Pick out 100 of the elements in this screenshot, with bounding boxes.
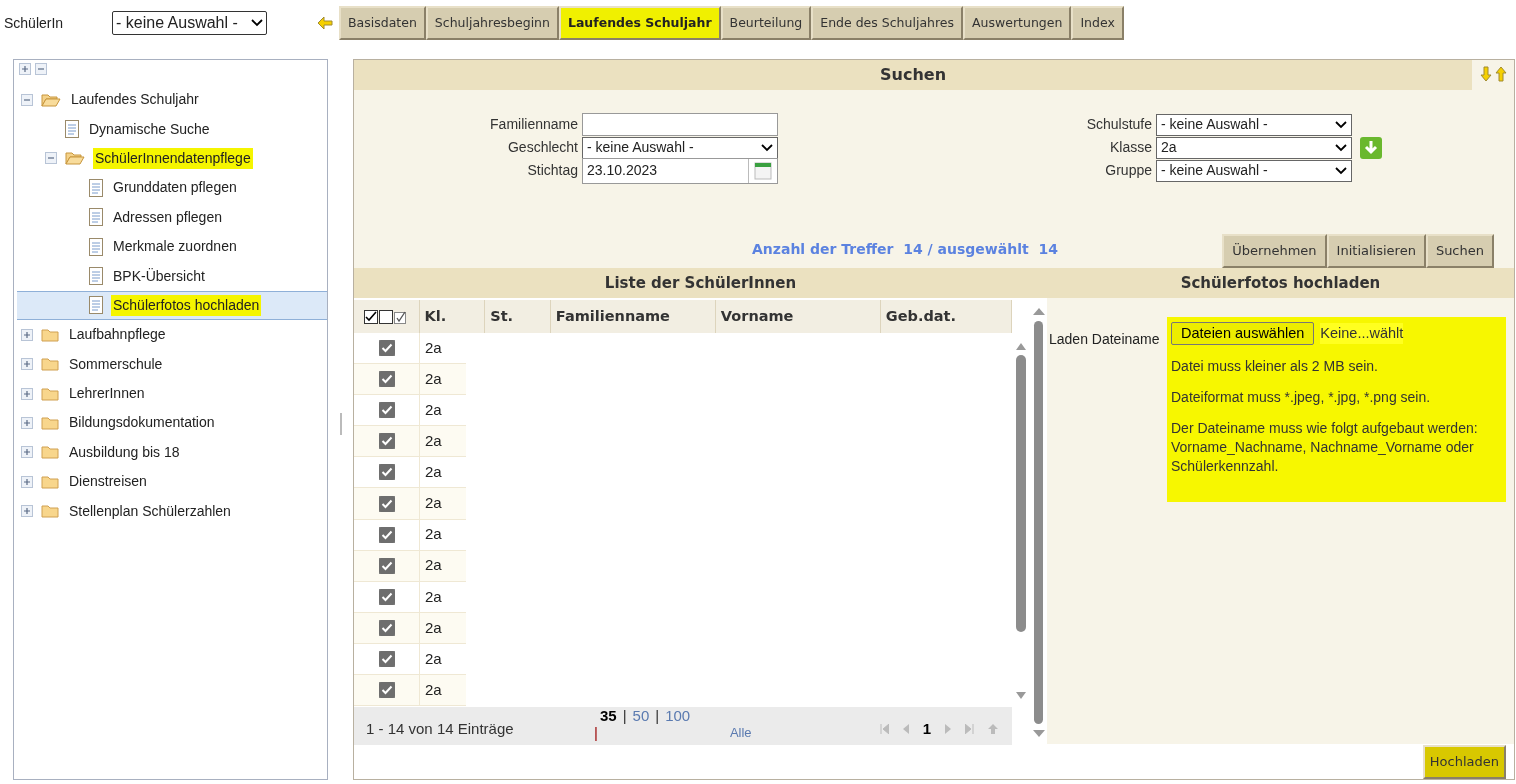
dropdown-caret-icon [1335,120,1347,129]
nav-tab[interactable]: Ende des Schuljahres [811,6,964,40]
text-field[interactable] [582,113,778,136]
tree-item[interactable]: Merkmale zuordnen [111,236,239,258]
collapse-icon[interactable] [21,93,33,106]
checkbox[interactable] [378,495,395,512]
checkbox[interactable] [378,557,395,574]
upload-button[interactable]: Hochladen [1422,745,1506,779]
field-label: Familienname [490,115,578,134]
tree-item[interactable]: Dienstreisen [67,471,149,493]
scroll-down-icon[interactable] [1032,730,1045,737]
select-field[interactable]: - keine Auswahl - [1156,159,1352,182]
nav-tab[interactable]: Index [1071,6,1124,40]
table-cell: 2a [420,675,466,707]
tree-item[interactable]: Sommerschule [67,353,165,375]
page-size-link[interactable]: 50 [626,707,656,724]
column-header[interactable]: Vorname [715,300,881,333]
date-field[interactable]: 23.10.2023 [582,157,778,184]
tree-item[interactable]: Stellenplan Schülerzahlen [67,500,233,522]
info-text: Der Dateiname muss wie folgt aufgebaut werden: Vorname_Nachname, Nachname_Vorname oder Schülerkennzahl. [1171,418,1479,476]
nav-tab[interactable]: Beurteilung [720,6,812,40]
open-folder-icon [65,150,85,167]
collapse-icon[interactable] [35,63,47,75]
checkbox[interactable] [378,371,395,388]
select-field[interactable]: - keine Auswahl - [1156,113,1352,136]
dropdown-caret-icon [1335,166,1347,175]
expand-icon[interactable] [21,446,33,459]
file-picker-button[interactable]: Dateien auswählen [1171,321,1315,345]
collapse-icon[interactable] [45,152,57,165]
checkbox[interactable] [378,340,395,357]
column-header[interactable]: St. [485,300,551,333]
page-size-link[interactable]: Alle [729,724,752,741]
checkbox[interactable] [378,433,395,450]
separator: | [622,707,627,724]
document-icon [89,178,103,197]
document-icon [89,267,103,286]
document-icon [89,237,103,256]
tree-item[interactable]: Laufbahnpflege [67,324,168,346]
action-button[interactable]: Initialisieren [1326,234,1426,268]
tree-item[interactable]: LehrerInnen [67,383,147,405]
column-header[interactable]: Familienname [550,300,716,333]
action-button[interactable]: Übernehmen [1222,234,1327,268]
scroll-up-icon[interactable] [1016,343,1026,350]
expand-icon[interactable] [21,328,33,341]
calendar-icon[interactable] [754,161,772,180]
tree-item[interactable]: BPK-Übersicht [111,265,207,287]
scroll-up-icon[interactable] [1032,308,1045,315]
document-icon [89,296,103,315]
checkbox[interactable] [378,464,395,481]
tree-item[interactable]: Grunddaten pflegen [111,177,239,199]
column-header[interactable]: Geb.dat. [880,300,1013,333]
checkbox[interactable] [378,402,395,419]
table-cell: 2a [420,488,466,520]
tree-item[interactable]: Dynamische Suche [87,118,212,140]
tree-item[interactable]: Adressen pflegen [111,206,224,228]
tree-item[interactable]: Schülerfotos hochladen [111,294,262,316]
field-label: Stichtag [527,161,578,180]
select-field[interactable]: 2a [1156,136,1352,159]
scroll-down-icon[interactable] [1016,692,1026,699]
document-icon [65,120,79,139]
down-arrow-icon[interactable] [1479,66,1492,82]
checkbox[interactable] [378,682,395,699]
expand-icon[interactable] [19,63,31,75]
page-number[interactable]: 1 [922,717,931,741]
tree-item[interactable]: Bildungsdokumentation [67,412,217,434]
section-header: Liste der SchülerInnen [354,268,1047,298]
page-size-link[interactable]: 100 [659,707,697,724]
checkbox[interactable] [378,651,395,667]
expand-icon[interactable] [21,475,33,488]
dropdown-caret-icon [251,19,263,27]
nav-tab[interactable]: Laufendes Schuljahr [558,6,721,40]
invert-selection-icon[interactable] [394,309,409,324]
field-label: Klasse [1109,138,1152,157]
table-cell: 2a [420,364,466,396]
nav-tab[interactable]: Schuljahresbeginn [425,6,559,40]
nav-tab[interactable]: Basisdaten [339,6,426,40]
expand-icon[interactable] [21,505,33,518]
expand-icon[interactable] [21,417,33,429]
back-arrow-icon[interactable] [317,16,333,30]
select-field[interactable]: - keine Auswahl - [582,136,778,159]
expand-icon[interactable] [21,387,33,400]
tree-item[interactable]: Laufendes Schuljahr [69,89,201,111]
checkbox[interactable] [378,526,395,543]
field-label: Gruppe [1105,161,1152,180]
checkbox[interactable] [378,619,395,636]
tree-item[interactable]: Ausbildung bis 18 [67,441,182,463]
page-size-link[interactable]: 35 [594,707,623,724]
select-all-icon[interactable] [364,309,379,324]
action-button[interactable]: Suchen [1425,234,1494,268]
info-text: Datei muss kleiner als 2 MB sein. [1171,356,1379,376]
tree-item[interactable]: SchülerInnendatenpflege [93,147,253,169]
up-arrow-icon[interactable] [1494,66,1507,82]
field-label: SchülerIn [4,13,65,33]
folder-icon [41,503,59,520]
student-select[interactable]: - keine Auswahl - [112,11,267,35]
checkbox[interactable] [378,588,395,605]
separator: | [594,724,598,741]
select-none-icon[interactable] [379,309,394,324]
expand-icon[interactable] [21,358,33,371]
nav-tab[interactable]: Auswertungen [963,6,1072,40]
